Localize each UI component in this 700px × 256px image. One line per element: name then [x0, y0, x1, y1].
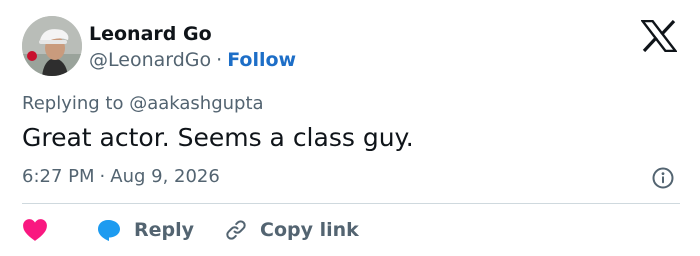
reply-label: Reply — [134, 219, 195, 241]
handle-separator: · — [216, 49, 223, 71]
replying-to-line: Replying to @aakashgupta — [22, 92, 264, 116]
tweet-timestamp[interactable]: 6:27 PM · Aug 9, 2026 — [22, 165, 220, 189]
meta-separator: · — [99, 166, 106, 187]
speech-bubble-icon — [98, 220, 120, 241]
follow-button[interactable]: Follow — [227, 49, 296, 71]
reply-mention-link[interactable]: @aakashgupta — [129, 93, 263, 114]
author-handle-row: @LeonardGo · Follow — [89, 48, 296, 72]
heart-icon — [23, 219, 47, 241]
author-handle[interactable]: @LeonardGo — [89, 49, 211, 71]
replying-to-prefix: Replying to — [22, 93, 124, 114]
like-button[interactable] — [22, 218, 48, 242]
copy-link-button[interactable]: Copy link — [224, 218, 359, 242]
reply-button[interactable]: Reply — [96, 218, 194, 242]
x-logo-icon[interactable] — [640, 19, 678, 53]
divider — [22, 203, 680, 204]
info-icon[interactable] — [651, 166, 675, 190]
tweet-date: Aug 9, 2026 — [110, 166, 220, 187]
link-icon — [226, 220, 246, 240]
action-bar: Reply Copy link — [22, 216, 359, 244]
tweet-text: Great actor. Seems a class guy. — [22, 123, 414, 152]
avatar-image — [22, 16, 82, 76]
avatar[interactable] — [22, 16, 82, 76]
tweet-time: 6:27 PM — [22, 166, 95, 187]
copy-link-label: Copy link — [260, 219, 359, 241]
author-display-name[interactable]: Leonard Go — [89, 22, 212, 46]
